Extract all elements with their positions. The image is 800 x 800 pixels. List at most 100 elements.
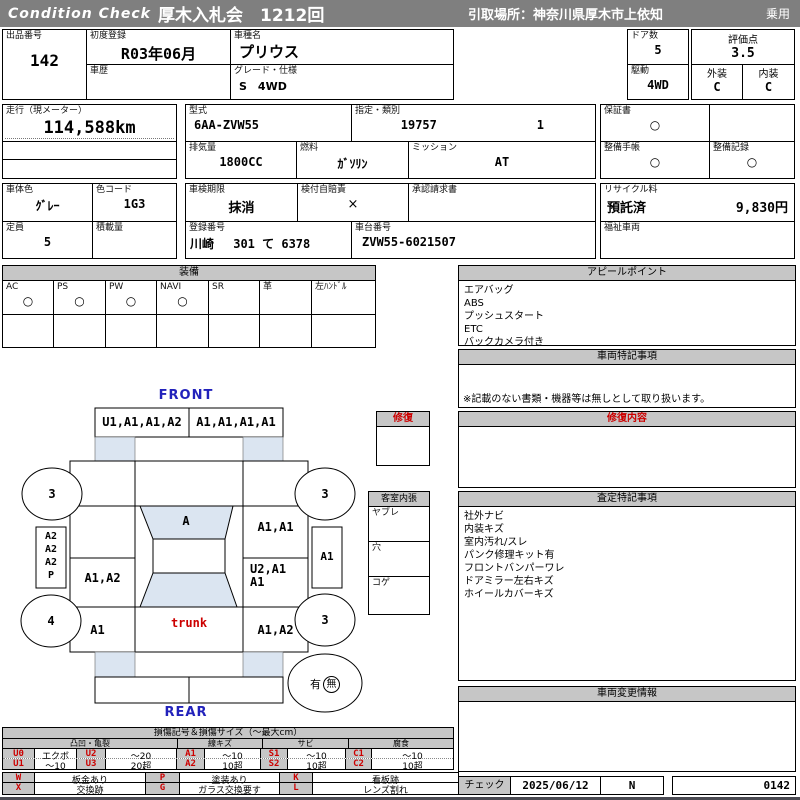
insurance-cell: 検付自賠責 × (298, 184, 409, 221)
exterior-label: 外装 (707, 69, 727, 80)
interior-grade-cell: 内装 C (743, 65, 794, 99)
displacement-row: 排気量 1800CC 燃料 ｶﾞｿﾘﾝ ミッション AT (186, 142, 595, 178)
change-info-title: 車両変更情報 (459, 687, 795, 702)
tire-front-left: 3 (48, 487, 56, 501)
legend-group-rust: サビ (263, 739, 349, 748)
appeal-items: エアバッグ ABS プッシュスタート ETC バックカメラ付き (464, 285, 544, 348)
load-label: 積載量 (96, 223, 124, 233)
vehicle-notes-note: ※記載のない書類・機器等は無しとして取り扱います。 (463, 394, 711, 405)
equip-navi: NAVI ○ (157, 281, 209, 314)
model-code-row: 型式 6AA-ZVW55 指定・類別 19757 1 (186, 105, 595, 142)
interior-value: C (764, 80, 773, 94)
mileage-table: 走行（現メーター） 114,588km (2, 104, 177, 179)
equip-ac: AC ○ (3, 281, 54, 314)
hood-left-codes: U1,A1,A1,A2 (102, 415, 182, 429)
legend-groups-row: 凸凹・亀裂 線キズ サビ 腐食 (3, 739, 453, 749)
capacity-row: 定員 5 積載量 (3, 222, 176, 258)
tire-front-right: 3 (321, 487, 329, 501)
equip-pw-label: PW (109, 282, 124, 292)
plate-value: 川崎 301 て 6378 (190, 237, 311, 251)
maintenance-book-label: 整備手帳 (604, 143, 641, 153)
lot-number-label: 出品番号 (6, 31, 43, 41)
check-label: チェック (458, 776, 511, 795)
equip-lhd: 左ﾊﾝﾄﾞﾙ (312, 281, 375, 314)
capacity-value: 5 (43, 235, 52, 249)
change-info-panel: 車両変更情報 (458, 686, 796, 772)
score-value: 3.5 (731, 46, 755, 61)
body-color-cell: 車体色 ｸﾞﾚｰ (3, 184, 93, 221)
legend-group-corrosion: 腐食 (393, 739, 409, 748)
doors-drive-table: ドア数 5 駆動 4WD (627, 29, 689, 100)
maintenance-record-cell: 整備記録 ○ (710, 142, 794, 178)
type-class-cell: 指定・類別 19757 1 (352, 105, 595, 141)
inspection-value: 抹消 (228, 201, 255, 216)
capacity-cell: 定員 5 (3, 222, 93, 258)
plate-label: 登録番号 (189, 223, 226, 233)
interior-label: 内装 (758, 69, 779, 80)
body-color-value: ｸﾞﾚｰ (35, 199, 60, 213)
assessment-items: 社外ナビ 内装キズ 室内汚れ/スレ パンク修理キット有 フロントバンパーワレ ドアミラー左… (464, 511, 565, 600)
equip-navi-mark: ○ (177, 294, 188, 308)
right-center-door-codes: U2,A1 A1 (250, 562, 287, 589)
warranty-row: 保証書 ○ (601, 105, 794, 142)
maintenance-record-label: 整備記録 (713, 143, 750, 153)
legend-title: 損傷記号＆損傷サイズ（〜最大cm） (3, 728, 453, 739)
displacement-cell: 排気量 1800CC (186, 142, 297, 178)
inspection-row: 車検期限 抹消 検付自賠責 × 承認請求書 (186, 184, 595, 222)
recycle-cell: リサイクル料 預託済 9,830円 (601, 184, 794, 222)
drive-cell: 駆動 4WD (628, 65, 688, 99)
assessment-panel: 査定特記事項 社外ナビ 内装キズ 室内汚れ/スレ パンク修理キット有 フロントバンパーワ… (458, 491, 796, 681)
insurance-label: 検付自賠責 (301, 185, 347, 195)
check-date: 2025/06/12 (511, 777, 601, 794)
hood-right-codes: A1,A1,A1,A1 (196, 415, 276, 429)
capacity-label: 定員 (6, 223, 25, 233)
maintenance-row: 整備手帳 ○ 整備記録 ○ (601, 142, 794, 178)
damage-legend-table: 損傷記号＆損傷サイズ（〜最大cm） 凸凹・亀裂 線キズ サビ 腐食 U0 エクボ… (2, 727, 454, 772)
vin-value: ZVW55-6021507 (362, 235, 456, 249)
recycle-status: 預託済 (607, 201, 647, 216)
mileage-value: 114,588km (5, 118, 174, 139)
type-value: 19757 (400, 118, 437, 132)
maintenance-book-cell: 整備手帳 ○ (601, 142, 710, 178)
title-bar: Condition Check 厚木入札会 1212回 引取場所：神奈川県厚木市… (0, 0, 800, 27)
body-color-label: 車体色 (6, 185, 34, 195)
spare-tire-indicator: 有無 (288, 673, 362, 695)
equip-sr-label: SR (212, 282, 224, 292)
equip-leather-label: 革 (263, 282, 273, 292)
vehicle-id-table: 出品番号 142 初度登録 R03年06月 車歴 車種名 プリウス グレード・仕… (2, 29, 454, 100)
doors-cell: ドア数 5 (628, 30, 688, 65)
usage-type: 乗用 (765, 7, 790, 21)
maintenance-record-mark: ○ (746, 155, 758, 169)
reg-history-column: 初度登録 R03年06月 車歴 (87, 30, 231, 99)
legend-group-dent: 凸凹・亀裂 (3, 739, 178, 748)
assessment-title: 査定特記事項 (459, 492, 795, 507)
auction-sheet: Condition Check 厚木入札会 1212回 引取場所：神奈川県厚木市… (0, 0, 800, 800)
score-cell: 評価点 3.5 (692, 30, 794, 65)
vehicle-notes-panel: 車両特記事項 ※記載のない書類・機器等は無しとして取り扱います。 (458, 349, 796, 408)
equip-ps-label: PS (57, 282, 69, 292)
model-grade-column: 車種名 プリウス グレード・仕様 S 4WD (231, 30, 453, 99)
check-row: チェック 2025/06/12 N 0142 (458, 776, 796, 795)
drive-label: 駆動 (631, 66, 650, 76)
equip-pw-mark: ○ (125, 294, 137, 308)
equipment-title: 装備 (3, 266, 375, 281)
plate-vin-row: 登録番号 川崎 301 て 6378 車台番号 ZVW55-6021507 (186, 222, 595, 258)
recycle-fee: 9,830円 (735, 201, 788, 216)
spare-no-label: 無 (323, 675, 340, 693)
equip-leather: 革 (260, 281, 312, 314)
grade-value: S 4WD (239, 80, 287, 93)
drive-value: 4WD (647, 78, 669, 92)
welfare-cell: 福祉車両 (601, 222, 794, 258)
brand-logo: Condition Check (8, 5, 151, 22)
color-row: 車体色 ｸﾞﾚｰ 色コード 1G3 (3, 184, 176, 222)
color-code-cell: 色コード 1G3 (93, 184, 176, 221)
equip-ps-mark: ○ (74, 294, 85, 308)
approval-label: 承認請求書 (412, 185, 458, 195)
spare-yes-label: 有 (310, 678, 321, 691)
right-side-code: A1 (320, 550, 334, 563)
recycle-label: リサイクル料 (604, 185, 658, 195)
equip-ac-label: AC (6, 282, 19, 292)
displacement-label: 排気量 (189, 143, 217, 153)
car-outline-graphic (20, 407, 363, 713)
color-code-label: 色コード (96, 185, 133, 195)
